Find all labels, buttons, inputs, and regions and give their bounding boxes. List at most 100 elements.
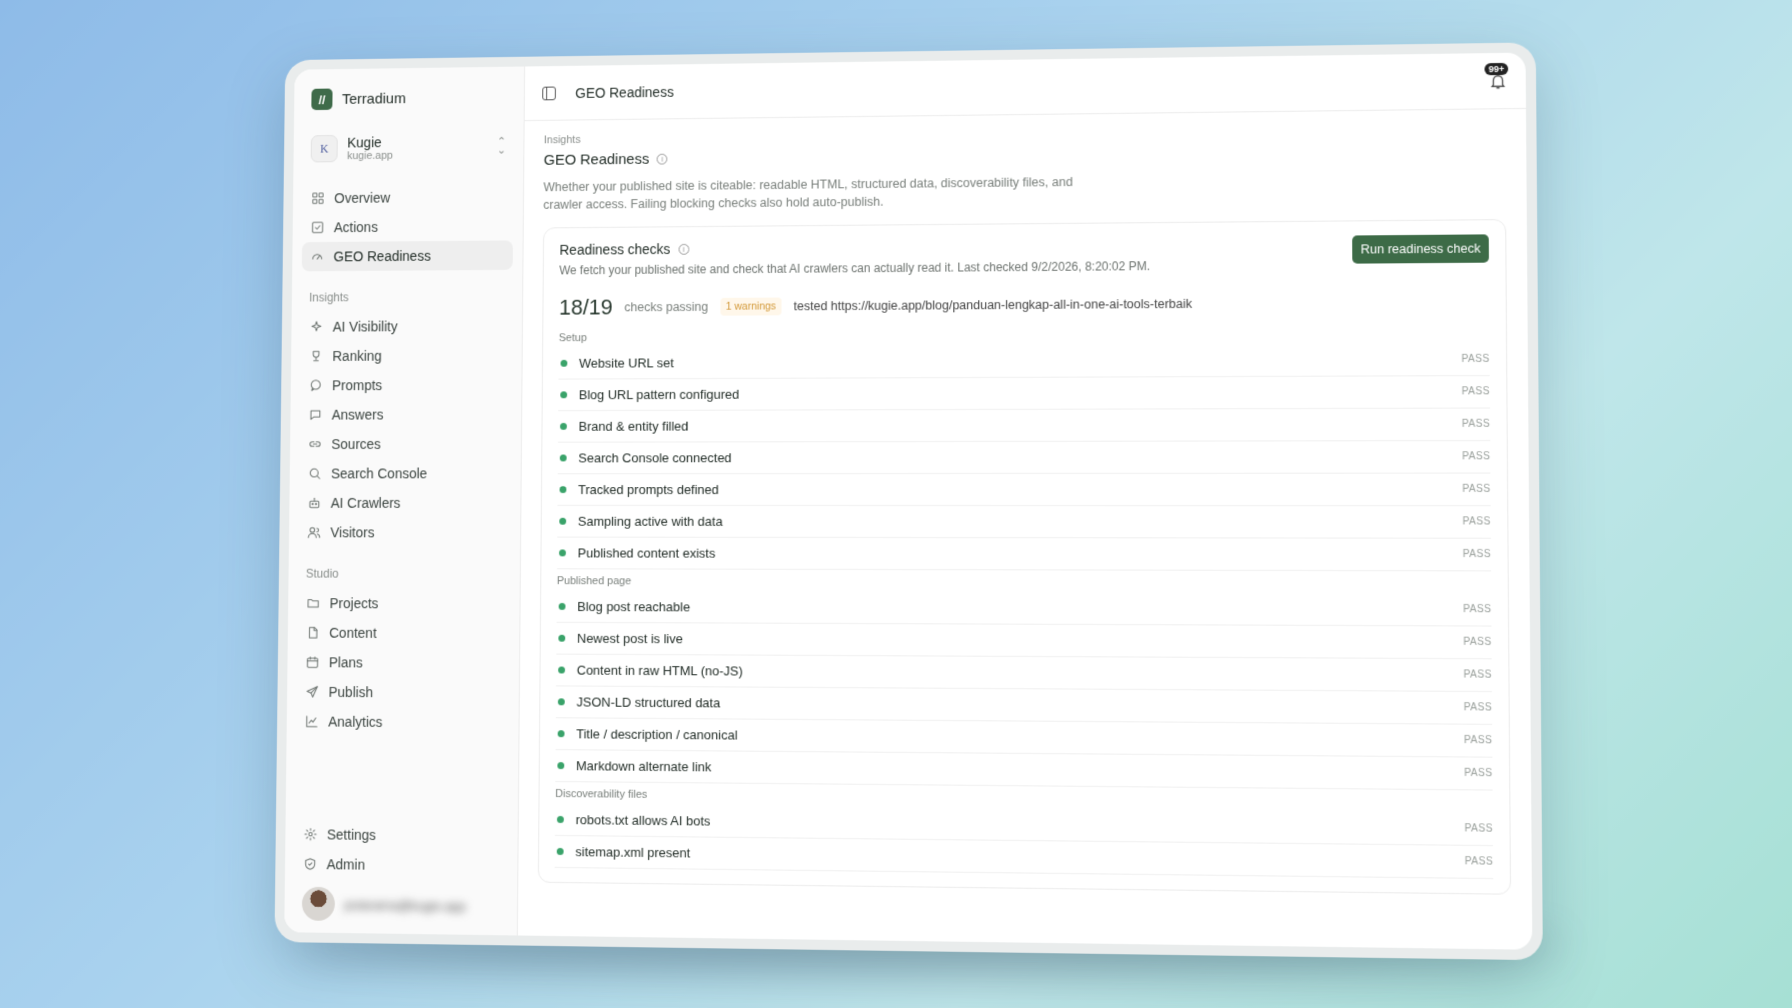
info-icon[interactable]: i bbox=[678, 243, 690, 255]
status-dot-icon bbox=[558, 666, 566, 674]
status-dot-icon bbox=[558, 602, 566, 610]
sidebar-item-publish[interactable]: Publish bbox=[297, 677, 510, 708]
send-icon bbox=[304, 684, 319, 699]
user-menu[interactable]: putarama@kugie.app bbox=[294, 879, 507, 924]
status-dot-icon bbox=[560, 422, 567, 430]
info-icon[interactable]: i bbox=[656, 153, 668, 165]
trophy-icon bbox=[308, 349, 323, 364]
warnings-badge[interactable]: 1 warnings bbox=[719, 297, 782, 316]
sidebar-item-sources[interactable]: Sources bbox=[300, 429, 512, 459]
main-panel: GEO Readiness 99+ Insights GEO Readiness… bbox=[518, 52, 1533, 950]
sidebar-item-settings[interactable]: Settings bbox=[295, 819, 508, 851]
nav-group-studio: Studio bbox=[305, 566, 339, 581]
sidebar-item-label: Admin bbox=[326, 856, 366, 873]
sidebar-item-label: Visitors bbox=[330, 524, 375, 541]
sidebar-item-ranking[interactable]: Ranking bbox=[301, 340, 513, 370]
status-badge: PASS bbox=[1461, 418, 1491, 430]
device-frame: // Terradium K Kugie kugie.app ⌃ ⌄ Overvi… bbox=[274, 42, 1543, 961]
sidebar-item-label: Ranking bbox=[332, 347, 382, 364]
brand-logo-icon: // bbox=[311, 88, 333, 111]
users-icon bbox=[306, 525, 321, 540]
check-row: Sampling active with data PASS bbox=[557, 505, 1491, 539]
chevron-updown-icon: ⌃ ⌄ bbox=[497, 135, 507, 157]
status-dot-icon bbox=[560, 391, 568, 399]
sidebar-item-label: AI Visibility bbox=[332, 318, 398, 335]
summary-row: 18/19 checks passing 1 warnings tested h… bbox=[559, 289, 1489, 321]
sidebar-item-admin[interactable]: Admin bbox=[295, 849, 508, 881]
check-label: Website URL set bbox=[579, 355, 674, 371]
check-row: Blog post reachable PASS bbox=[556, 591, 1492, 627]
sidebar-item-content[interactable]: Content bbox=[297, 618, 509, 649]
gauge-icon bbox=[310, 249, 325, 264]
status-badge: PASS bbox=[1462, 483, 1491, 495]
section-label: Published page bbox=[556, 575, 632, 588]
sidebar-item-search-console[interactable]: Search Console bbox=[299, 459, 511, 489]
status-badge: PASS bbox=[1461, 386, 1490, 398]
sidebar-item-geo-readiness[interactable]: GEO Readiness bbox=[301, 240, 513, 272]
run-readiness-check-button[interactable]: Run readiness check bbox=[1352, 234, 1489, 264]
brand-name: Terradium bbox=[341, 89, 407, 108]
sidebar-item-label: Projects bbox=[329, 595, 379, 612]
bell-icon[interactable]: 99+ bbox=[1484, 62, 1509, 89]
status-badge: PASS bbox=[1464, 856, 1494, 868]
sidebar-item-overview[interactable]: Overview bbox=[302, 182, 513, 213]
check-label: Published content exists bbox=[577, 545, 716, 561]
status-dot-icon bbox=[558, 634, 566, 642]
sidebar-item-visitors[interactable]: Visitors bbox=[298, 518, 510, 548]
sidebar-item-label: Answers bbox=[331, 406, 384, 423]
workspace-domain: kugie.app bbox=[347, 149, 393, 163]
status-dot-icon bbox=[556, 847, 564, 856]
status-badge: PASS bbox=[1464, 734, 1493, 747]
check-row: Published content exists PASS bbox=[556, 537, 1492, 572]
workspace-name: Kugie bbox=[347, 134, 382, 151]
page-title: GEO Readiness bbox=[543, 150, 650, 169]
app-window: // Terradium K Kugie kugie.app ⌃ ⌄ Overvi… bbox=[284, 52, 1533, 950]
sidebar-item-label: Prompts bbox=[331, 377, 383, 394]
check-row: Brand & entity filled PASS bbox=[557, 408, 1491, 443]
sidebar-item-prompts[interactable]: Prompts bbox=[300, 370, 512, 400]
sidebar-toggle-icon[interactable] bbox=[542, 86, 556, 100]
chart-icon bbox=[304, 714, 319, 729]
sidebar-item-answers[interactable]: Answers bbox=[300, 399, 512, 429]
topbar-title: GEO Readiness bbox=[575, 83, 674, 101]
workspace-switcher[interactable]: K Kugie kugie.app ⌃ ⌄ bbox=[303, 127, 514, 168]
status-dot-icon bbox=[559, 454, 567, 462]
check-row: Tracked prompts defined PASS bbox=[557, 473, 1491, 507]
sidebar-item-plans[interactable]: Plans bbox=[297, 647, 510, 678]
sidebar-item-projects[interactable]: Projects bbox=[298, 588, 510, 618]
status-dot-icon bbox=[557, 762, 565, 770]
check-label: Title / description / canonical bbox=[576, 726, 738, 743]
check-label: JSON-LD structured data bbox=[576, 694, 721, 711]
check-label: sitemap.xml present bbox=[575, 844, 691, 861]
status-dot-icon bbox=[559, 549, 566, 557]
section-label: Setup bbox=[558, 332, 587, 345]
check-row: Blog URL pattern configured PASS bbox=[558, 376, 1490, 412]
sidebar-item-analytics[interactable]: Analytics bbox=[296, 707, 509, 738]
brand[interactable]: // Terradium bbox=[304, 86, 515, 111]
passing-label: checks passing bbox=[624, 299, 709, 315]
sidebar-item-label: Sources bbox=[331, 436, 381, 452]
avatar bbox=[301, 886, 336, 921]
status-badge: PASS bbox=[1462, 451, 1491, 463]
card-subtitle: We fetch your published site and check t… bbox=[559, 259, 1151, 278]
check-label: Blog post reachable bbox=[577, 599, 691, 615]
page-description: Whether your published site is citeable:… bbox=[543, 175, 1073, 212]
score: 18/19 bbox=[558, 294, 613, 320]
sidebar-item-actions[interactable]: Actions bbox=[302, 211, 513, 242]
folder-icon bbox=[305, 596, 320, 611]
sidebar-item-label: Plans bbox=[328, 654, 363, 671]
card-title: Readiness checks bbox=[559, 241, 671, 258]
sidebar-item-label: Settings bbox=[326, 826, 377, 843]
tested-url: tested https://kugie.app/blog/panduan-le… bbox=[793, 296, 1193, 314]
page-content: Insights GEO Readiness i Whether your pu… bbox=[518, 109, 1532, 910]
status-dot-icon bbox=[559, 486, 567, 494]
sidebar-item-ai-crawlers[interactable]: AI Crawlers bbox=[299, 488, 511, 518]
check-row: Newest post is live PASS bbox=[556, 622, 1492, 660]
status-badge: PASS bbox=[1463, 636, 1492, 649]
sparkle-icon bbox=[309, 319, 324, 334]
sidebar: // Terradium K Kugie kugie.app ⌃ ⌄ Overvi… bbox=[284, 66, 526, 936]
status-badge: PASS bbox=[1464, 767, 1493, 780]
status-dot-icon bbox=[557, 698, 565, 706]
sidebar-item-ai-visibility[interactable]: AI Visibility bbox=[301, 311, 512, 342]
status-badge: PASS bbox=[1461, 353, 1490, 366]
